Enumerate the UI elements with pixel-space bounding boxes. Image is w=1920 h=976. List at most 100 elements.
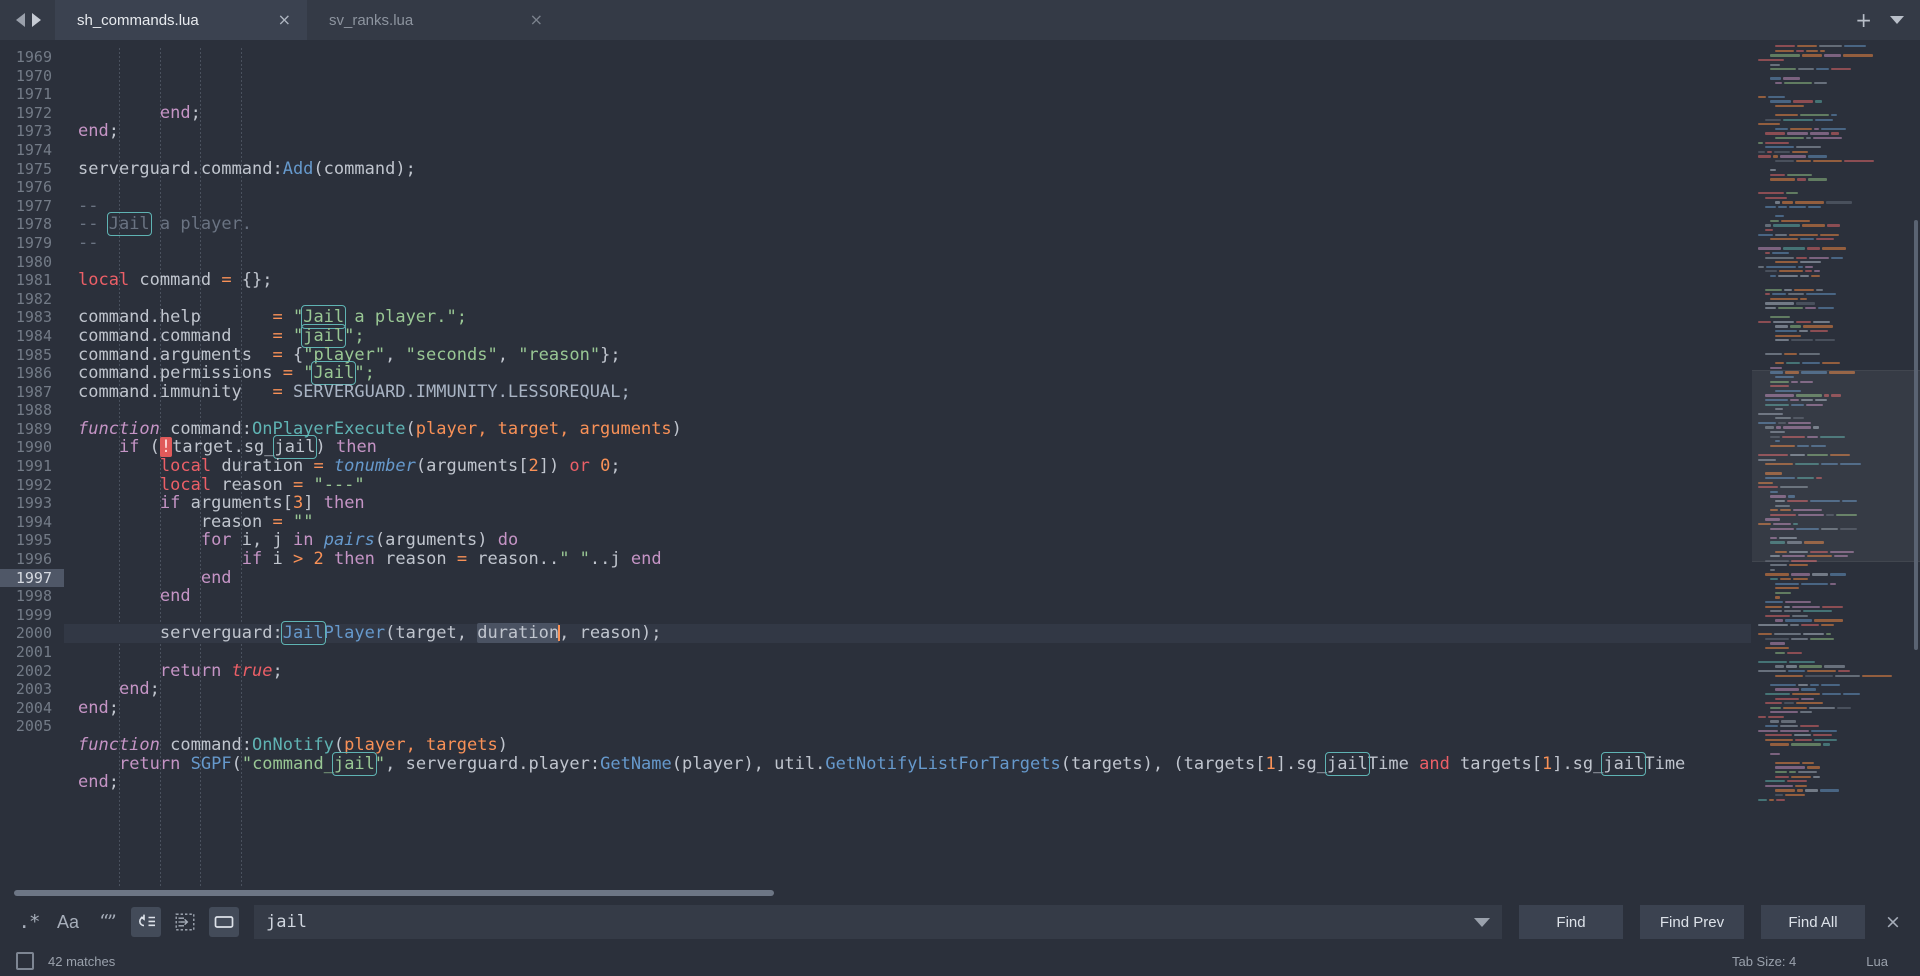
code-token: SERVERGUARD.IMMUNITY.LESSOREQUAL; [282,381,631,402]
code-line[interactable]: reason = "" [64,513,1751,532]
highlight-results-icon [214,916,234,928]
code-line[interactable]: function command:OnPlayerExecute(player,… [64,420,1751,439]
line-number: 1971 [15,85,52,104]
nav-forward-icon[interactable] [32,13,41,27]
code-token: arguments [180,493,283,514]
code-line[interactable]: for i, j in pairs(arguments) do [64,531,1751,550]
new-tab-icon[interactable]: + [1855,10,1872,30]
code-line[interactable]: serverguard:JailPlayer(target, duration,… [64,621,1751,646]
minimap[interactable] [1751,40,1920,888]
tab-label: sv_ranks.lua [329,11,414,29]
code-line[interactable] [64,178,1751,197]
code-line[interactable]: -- Jail a player. [64,212,1751,237]
code-line[interactable] [64,643,1751,662]
chevron-down-icon[interactable] [1890,16,1904,24]
code-token: then [323,493,365,514]
code-token: ), ( [1142,753,1184,774]
side-panel-icon[interactable] [16,952,34,970]
minimap-scrollbar[interactable] [1914,220,1918,650]
tab-sv-ranks[interactable]: sv_ranks.lua × [307,0,559,40]
tab-bar: sh_commands.lua × sv_ranks.lua × + [0,0,1920,40]
code-line[interactable]: -- [64,196,1751,216]
code-line[interactable]: function command:OnNotify(player, target… [64,736,1751,755]
find-button[interactable]: Find [1519,905,1623,939]
tab-sh-commands[interactable]: sh_commands.lua × [55,0,307,40]
code-line[interactable]: if i > 2 then reason = reason.." "..j en… [64,550,1751,569]
close-icon[interactable]: × [278,12,291,28]
code-line[interactable]: local duration = tonumber(arguments[2]) … [64,457,1751,476]
tab-size-label[interactable]: Tab Size: 4 [1732,954,1796,969]
code-line[interactable] [64,141,1751,160]
language-label[interactable]: Lua [1866,954,1888,969]
code-line[interactable] [64,606,1751,625]
code-token: target, [395,623,478,644]
code-line[interactable]: end [64,568,1751,588]
tab-nav-arrows[interactable] [0,0,55,40]
code-line[interactable] [64,253,1751,272]
code-line[interactable]: return SGPF("command_jail", serverguard.… [64,751,1751,776]
code-line[interactable]: command.permissions = "Jail"; [64,361,1751,386]
code-line[interactable]: if (!target.sg_jail) then [64,435,1751,460]
code-line[interactable] [64,717,1751,736]
find-prev-button[interactable]: Find Prev [1640,905,1744,939]
code-token: = [272,325,283,346]
code-line[interactable]: end; [64,680,1751,699]
match-case-toggle-button[interactable]: Aa [53,907,83,937]
code-token: GetName [600,753,672,774]
wrap-around-toggle-button[interactable] [131,907,161,937]
code-line[interactable]: end; [64,103,1751,123]
find-bar: .* Aa “” jail Find Find Prev Find All × [0,898,1920,946]
find-all-button[interactable]: Find All [1761,905,1865,939]
code-line[interactable]: local reason = "---" [64,475,1751,495]
code-token: ( [405,418,416,439]
line-number: 1969 [15,48,52,66]
code-line[interactable]: command.arguments = {"player", "seconds"… [64,344,1751,365]
code-line[interactable]: end [64,587,1751,606]
find-input[interactable]: jail [254,905,1502,939]
code-line[interactable]: if arguments[3] then [64,494,1751,513]
code-token: ].sg_ [1275,753,1327,774]
code-line[interactable]: end; [64,122,1751,141]
line-number: 1979 [15,233,52,252]
close-find-bar-icon[interactable]: × [1880,907,1906,937]
code-line[interactable]: command.immunity = SERVERGUARD.IMMUNITY.… [64,381,1751,402]
regex-toggle-button[interactable]: .* [14,907,44,937]
code-line[interactable]: serverguard.command:Add(command); [64,159,1751,179]
code-token: if [241,549,263,570]
code-line[interactable]: end; [64,773,1751,792]
code-line[interactable] [64,290,1751,309]
code-token: local [78,270,130,291]
close-icon[interactable]: × [530,12,543,28]
code-line[interactable]: return true; [64,661,1751,681]
find-input-value: jail [266,912,307,932]
chevron-down-icon[interactable] [1474,917,1490,927]
code-content[interactable]: end; end; serverguard.command:Add(command)… [64,40,1751,888]
code-token: a player."; [344,307,467,328]
whole-word-toggle-button[interactable]: “” [92,907,122,937]
code-token: "" [282,511,314,532]
code-token: "player" [303,344,386,365]
code-line[interactable] [64,401,1751,420]
line-number: 1992 [15,475,52,494]
code-token: ] [303,493,324,514]
code-line[interactable]: -- [64,234,1751,253]
code-line[interactable]: command.command = "jail"; [64,323,1751,348]
minimap-viewport[interactable] [1752,370,1920,562]
line-number: 1980 [15,252,52,271]
in-selection-toggle-button[interactable] [170,907,200,937]
highlight-results-toggle-button[interactable] [209,907,239,937]
editor-body: 1969 1970 1971 1972 1973 1974 1975 1976 1977 1978… [0,40,1920,888]
scrollbar-thumb[interactable] [14,890,774,896]
horizontal-scrollbar[interactable] [0,888,1920,898]
line-number: 1988 [15,401,52,420]
code-line[interactable]: command.help = "Jail a player."; [64,305,1751,330]
code-line[interactable]: end; [64,697,1751,718]
code-token: = [456,549,468,570]
code-line[interactable]: local command = {}; [64,271,1751,290]
code-token: end [78,697,109,718]
nav-back-icon[interactable] [16,13,25,27]
code-token: ) [315,437,336,458]
line-number: 1998 [15,587,52,606]
